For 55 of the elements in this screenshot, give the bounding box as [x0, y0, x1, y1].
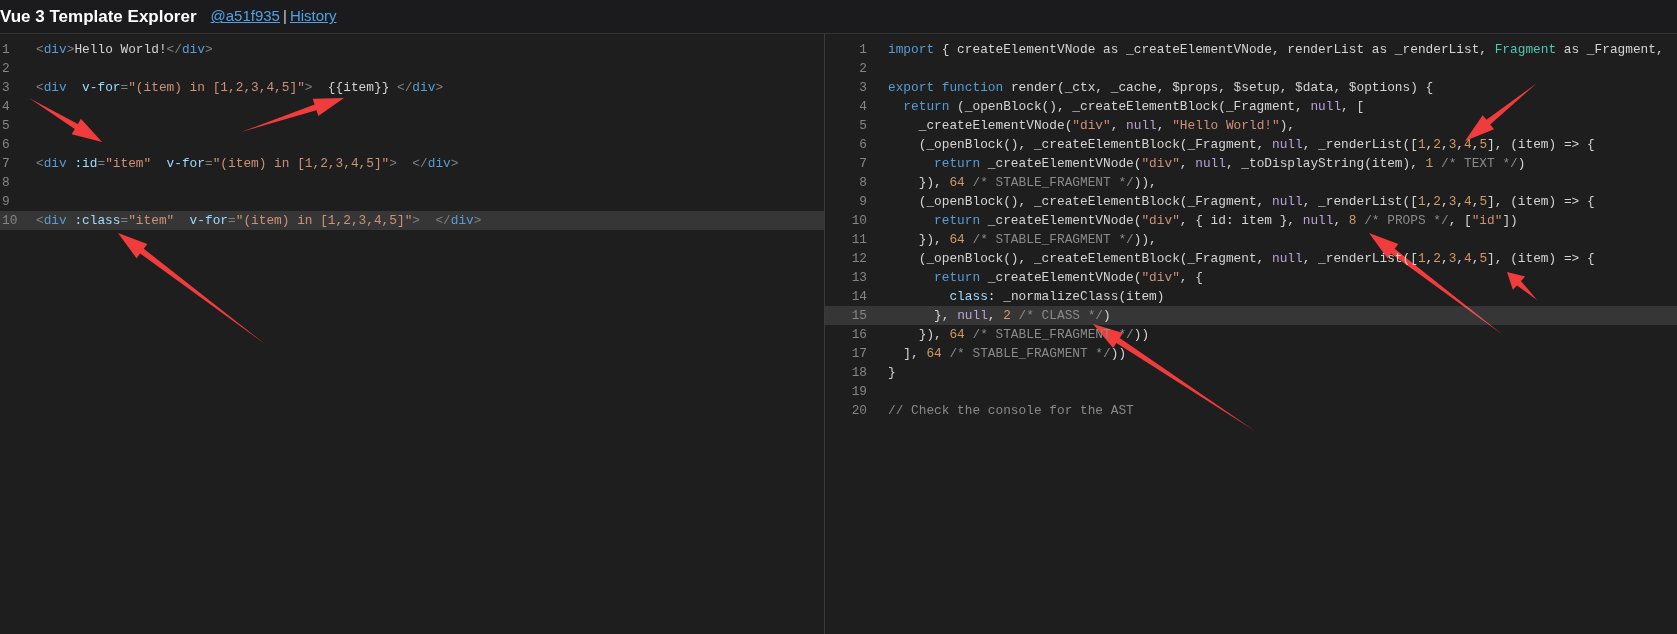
- line-number: 9: [858, 192, 868, 211]
- line-number: 8: [1, 173, 11, 192]
- line-number: 7: [1, 154, 11, 173]
- code-line: export function render(_ctx, _cache, $props, $setup, $data, $options) {: [888, 78, 1434, 97]
- commit-link[interactable]: @a51f935: [210, 5, 280, 28]
- line-number: 6: [1, 135, 11, 154]
- annotation-arrow: [1507, 272, 1537, 300]
- line-number: 12: [850, 249, 868, 268]
- code-line: }: [888, 363, 896, 382]
- code-line: return _createElementVNode("div", null, _toDisplayString(item), 1 /* TEXT */): [933, 154, 1526, 173]
- code-line: }), 64 /* STABLE_FRAGMENT */)),: [917, 230, 1157, 249]
- line-number: 13: [850, 268, 868, 287]
- code-line: return (_openBlock(), _createElementBlock(_Fragment, null, [: [902, 97, 1365, 116]
- line-number: 4: [858, 97, 868, 116]
- code-line: return _createElementVNode("div", { id: item }, null, 8 /* PROPS */, ["id"]): [933, 211, 1518, 230]
- code-line: <div :id="item" v-for="(item) in [1,2,3,4,5]"> </div>: [36, 154, 459, 173]
- line-number: 10: [850, 211, 868, 230]
- app-title: Vue 3 Template Explorer: [0, 5, 197, 28]
- line-number: 17: [850, 344, 868, 363]
- line-number: 10: [1, 211, 19, 230]
- code-line: return _createElementVNode("div", {: [933, 268, 1203, 287]
- line-number: 7: [858, 154, 868, 173]
- code-line: _createElementVNode("div", null, "Hello World!"),: [917, 116, 1296, 135]
- line-number: 3: [1, 78, 11, 97]
- separator: |: [282, 6, 287, 27]
- line-number: 9: [1, 192, 11, 211]
- line-number: 1: [858, 40, 868, 59]
- line-number: 1: [1, 40, 11, 59]
- line-number: 15: [850, 306, 868, 325]
- line-number: 6: [858, 135, 868, 154]
- code-line: (_openBlock(), _createElementBlock(_Fragment, null, _renderList([1,2,3,4,5], (item) => {: [917, 135, 1595, 154]
- line-number: 11: [850, 230, 868, 249]
- line-number: 5: [1, 116, 11, 135]
- line-number: 20: [850, 401, 868, 420]
- line-number: 16: [850, 325, 868, 344]
- line-number: 2: [858, 59, 868, 78]
- line-number: 19: [850, 382, 868, 401]
- line-number: 2: [1, 59, 11, 78]
- history-link[interactable]: History: [289, 5, 337, 28]
- line-number: 18: [850, 363, 868, 382]
- code-line: ], 64 /* STABLE_FRAGMENT */)): [902, 344, 1127, 363]
- code-line: import { createElementVNode as _createElementVNode, renderList as _renderList, Fragment as _Fragment,: [888, 40, 1664, 59]
- code-line: <div :class="item" v-for="(item) in [1,2,3,4,5]"> </div>: [36, 211, 482, 230]
- code-line: class: _normalizeClass(item): [948, 287, 1165, 306]
- line-number: 14: [850, 287, 868, 306]
- code-line: <div>Hello World!</div>: [36, 40, 213, 59]
- code-line: // Check the console for the AST: [888, 401, 1134, 420]
- code-line: <div v-for="(item) in [1,2,3,4,5]"> {{item}} </div>: [36, 78, 444, 97]
- code-line: (_openBlock(), _createElementBlock(_Fragment, null, _renderList([1,2,3,4,5], (item) => {: [917, 192, 1595, 211]
- line-number: 8: [858, 173, 868, 192]
- line-number: 5: [858, 116, 868, 135]
- line-number: 3: [858, 78, 868, 97]
- code-line: }), 64 /* STABLE_FRAGMENT */)),: [917, 173, 1157, 192]
- line-number: 4: [1, 97, 11, 116]
- code-line: }, null, 2 /* CLASS */): [933, 306, 1111, 325]
